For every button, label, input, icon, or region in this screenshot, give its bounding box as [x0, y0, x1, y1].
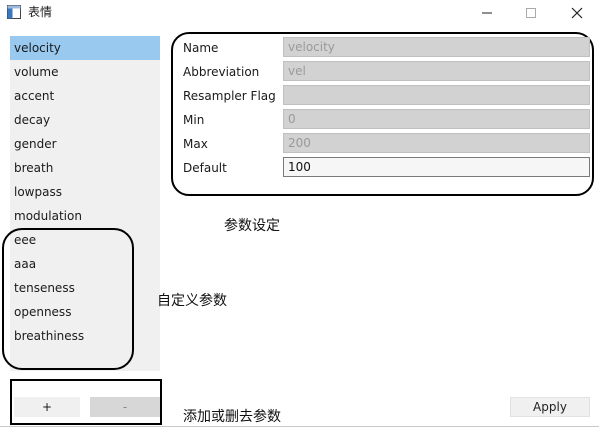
default-label: Default: [183, 161, 227, 175]
max-field[interactable]: 200: [283, 133, 590, 153]
maximize-button[interactable]: [509, 0, 553, 26]
max-label: Max: [183, 137, 208, 151]
add-remove-outline: + -: [10, 379, 162, 425]
min-field[interactable]: 0: [283, 109, 590, 129]
list-item-volume[interactable]: volume: [10, 60, 160, 84]
custom-params-annotation: 自定义参数: [157, 293, 227, 309]
default-field[interactable]: 100: [283, 157, 590, 177]
abbreviation-field[interactable]: vel: [283, 61, 590, 81]
close-button[interactable]: [555, 0, 599, 26]
minimize-icon: [482, 12, 492, 14]
abbreviation-label: Abbreviation: [183, 65, 260, 79]
close-icon: [571, 7, 583, 19]
resampler-flag-label: Resampler Flag: [183, 89, 276, 103]
maximize-icon: [526, 8, 536, 18]
name-field[interactable]: velocity: [283, 37, 590, 57]
window-app-icon: [7, 5, 21, 19]
name-label: Name: [183, 41, 219, 55]
add-param-button[interactable]: +: [14, 397, 80, 417]
list-item-velocity[interactable]: velocity: [10, 36, 160, 60]
title-bar: 表情: [0, 0, 599, 26]
remove-param-button[interactable]: -: [90, 397, 160, 417]
window-bottom-border: [0, 426, 599, 427]
list-item-accent[interactable]: accent: [10, 84, 160, 108]
list-item-decay[interactable]: decay: [10, 108, 160, 132]
list-item-gender[interactable]: gender: [10, 132, 160, 156]
add-remove-annotation: 添加或删去参数: [183, 409, 281, 425]
minimize-button[interactable]: [465, 0, 509, 26]
custom-params-outline: [2, 228, 134, 370]
list-item-lowpass[interactable]: lowpass: [10, 180, 160, 204]
min-label: Min: [183, 113, 205, 127]
apply-button[interactable]: Apply: [510, 397, 590, 417]
window-title: 表情: [28, 5, 53, 19]
list-item-breath[interactable]: breath: [10, 156, 160, 180]
resampler-flag-field[interactable]: [283, 85, 590, 105]
param-settings-annotation: 参数设定: [224, 218, 280, 234]
list-item-modulation[interactable]: modulation: [10, 204, 160, 228]
